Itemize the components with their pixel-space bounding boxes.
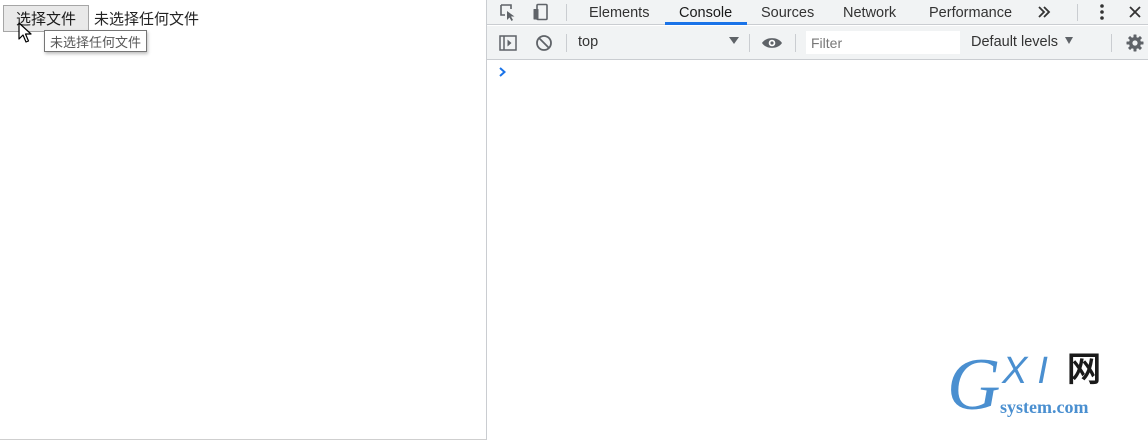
- clear-console-icon[interactable]: [533, 31, 555, 55]
- active-tab-indicator: [665, 22, 747, 25]
- gear-icon[interactable]: [1124, 31, 1146, 55]
- tab-performance[interactable]: Performance: [929, 0, 1012, 25]
- devtools-tabbar: Elements Console Sources Network Perform…: [487, 0, 1148, 25]
- page-viewport: 选择文件 未选择任何文件 未选择任何文件: [0, 0, 486, 440]
- console-prompt-icon: [499, 67, 507, 77]
- toolbar-separator: [1111, 34, 1112, 52]
- log-levels-dropdown[interactable]: Default levels: [971, 34, 1058, 50]
- choose-file-button[interactable]: 选择文件: [3, 5, 89, 32]
- tab-network[interactable]: Network: [843, 0, 896, 25]
- toolbar-separator: [566, 4, 567, 21]
- chevron-down-icon[interactable]: [729, 37, 739, 44]
- file-input-tooltip: 未选择任何文件: [44, 30, 148, 52]
- close-icon[interactable]: [1124, 0, 1146, 24]
- watermark-domain: system.com: [1000, 397, 1089, 417]
- toolbar-separator: [795, 34, 796, 52]
- mouse-cursor-icon: [18, 22, 32, 43]
- inspect-element-icon[interactable]: [497, 0, 519, 24]
- watermark-g: G: [947, 344, 1001, 426]
- console-toolbar: top Default levels: [487, 26, 1148, 60]
- watermark-wang: 网: [1067, 350, 1101, 390]
- eye-icon[interactable]: [761, 31, 783, 55]
- show-sidebar-icon[interactable]: [497, 31, 519, 55]
- context-selector[interactable]: top: [578, 34, 598, 50]
- device-toolbar-icon[interactable]: [530, 0, 552, 24]
- filter-input[interactable]: [806, 31, 960, 54]
- watermark-logo: G XI 网 system.com: [945, 348, 1115, 432]
- toolbar-separator: [749, 34, 750, 52]
- toolbar-separator: [566, 34, 567, 52]
- file-status-text: 未选择任何文件: [94, 10, 200, 28]
- chevron-down-icon[interactable]: [1065, 37, 1073, 44]
- tab-elements[interactable]: Elements: [589, 0, 649, 25]
- kebab-menu-icon[interactable]: [1091, 0, 1113, 24]
- watermark-xi: XI: [1002, 350, 1058, 392]
- tab-sources[interactable]: Sources: [761, 0, 814, 25]
- toolbar-separator: [1077, 4, 1078, 21]
- double-chevron-right-icon[interactable]: [1033, 0, 1055, 24]
